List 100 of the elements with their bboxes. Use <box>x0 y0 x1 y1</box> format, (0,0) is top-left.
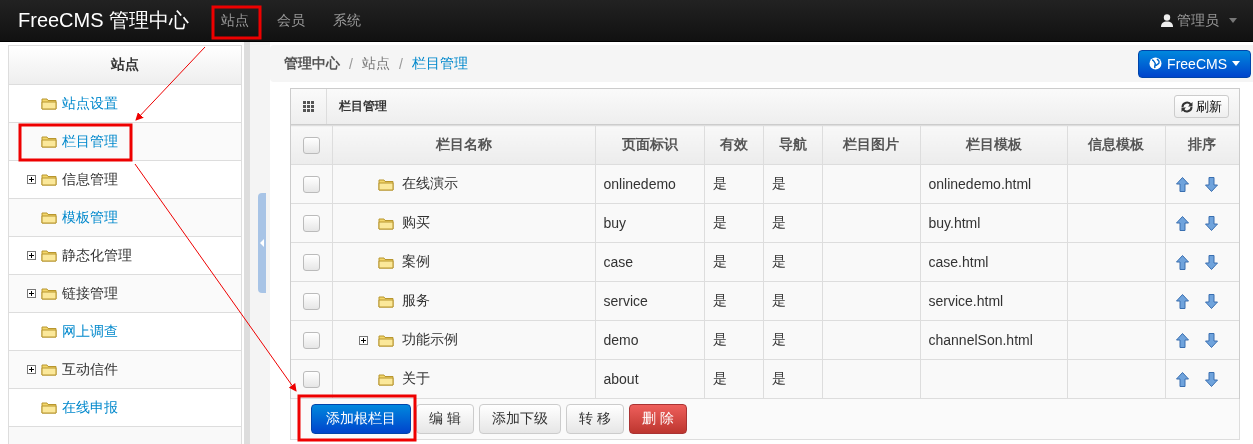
caret-icon <box>1229 18 1237 23</box>
column-header: 栏目模板 <box>920 125 1067 165</box>
sidebar-item-label: 站点设置 <box>62 94 118 113</box>
table-cell: 是 <box>763 203 822 243</box>
table-cell: 服务 <box>401 292 430 310</box>
column-header: 导航 <box>763 125 822 165</box>
folder-icon <box>41 211 57 224</box>
row-checkbox[interactable] <box>302 292 320 310</box>
table-cell: channelSon.html <box>920 320 1067 360</box>
row-checkbox[interactable] <box>302 175 320 193</box>
arrow-up-icon[interactable] <box>1175 371 1189 387</box>
panel-title: 栏目管理 <box>339 98 387 115</box>
nav-item[interactable]: 系统 <box>319 5 376 36</box>
row-checkbox[interactable] <box>302 331 320 349</box>
expand-icon[interactable] <box>27 289 36 298</box>
folder-icon <box>377 255 394 269</box>
table-cell: 功能示例 <box>401 331 458 349</box>
sidebar-item-label: 信息管理 <box>62 170 118 189</box>
expand-icon[interactable] <box>358 335 368 345</box>
sidebar-item[interactable]: 网上调查 <box>9 313 241 351</box>
column-header: 栏目图片 <box>822 125 920 165</box>
sidebar-item-label: 静态化管理 <box>62 246 132 265</box>
sidebar-item[interactable]: 信息管理 <box>9 161 241 199</box>
arrow-up-icon[interactable] <box>1175 176 1189 192</box>
table-cell: case <box>595 242 704 282</box>
arrow-up-icon[interactable] <box>1175 254 1189 270</box>
folder-icon <box>41 401 57 414</box>
table-cell: 是 <box>704 359 763 399</box>
sidebar-item-label: 链接管理 <box>62 284 118 303</box>
action-button[interactable]: 转 移 <box>565 404 624 434</box>
arrow-up-icon[interactable] <box>1175 332 1189 348</box>
table-cell: 购买 <box>401 214 430 232</box>
table-cell: 是 <box>763 242 822 282</box>
arrow-up-icon[interactable] <box>1175 215 1189 231</box>
arrow-down-icon[interactable] <box>1204 176 1218 192</box>
row-checkbox[interactable] <box>302 253 320 271</box>
row-checkbox[interactable] <box>302 214 320 232</box>
refresh-button[interactable]: 刷新 <box>1174 95 1229 118</box>
table-cell: onlinedemo.html <box>920 164 1067 204</box>
folder-icon <box>41 135 57 148</box>
folder-icon <box>377 294 394 308</box>
sidebar-item-label: 栏目管理 <box>62 132 118 151</box>
grid-icon <box>303 101 314 112</box>
user-menu[interactable]: 管理员 <box>1155 10 1243 31</box>
nav-item[interactable]: 站点 <box>207 5 264 36</box>
table-cell: 是 <box>763 281 822 321</box>
sidebar-item-label: 在线申报 <box>62 398 118 417</box>
table-cell: 是 <box>763 164 822 204</box>
sidebar-item-label: 模板管理 <box>62 208 118 227</box>
table-cell: 案例 <box>401 253 430 271</box>
nav-item[interactable]: 会员 <box>263 5 320 36</box>
refresh-icon <box>1181 100 1193 113</box>
app-title: FreeCMS 管理中心 <box>18 8 190 33</box>
arrow-down-icon[interactable] <box>1204 371 1218 387</box>
action-button[interactable]: 编 辑 <box>416 404 474 434</box>
sidebar-item[interactable]: 在线申报 <box>9 389 241 427</box>
select-all-checkbox[interactable] <box>302 136 320 154</box>
column-header: 页面标识 <box>595 125 704 165</box>
sidebar-title: 站点 <box>9 46 241 85</box>
folder-icon <box>377 177 394 191</box>
table-cell: about <box>595 359 704 399</box>
action-button[interactable]: 删 除 <box>628 404 687 434</box>
folder-icon <box>377 372 394 386</box>
highlight-frame <box>211 5 262 40</box>
sidebar-item-label: 互动信件 <box>62 360 118 379</box>
arrow-down-icon[interactable] <box>1204 332 1218 348</box>
folder-icon <box>41 249 57 262</box>
splitter-handle[interactable] <box>258 193 266 293</box>
column-header: 信息模板 <box>1067 125 1165 165</box>
arrow-down-icon[interactable] <box>1204 215 1218 231</box>
column-header: 排序 <box>1165 125 1239 165</box>
column-header: 有效 <box>704 125 763 165</box>
folder-icon <box>377 216 394 230</box>
arrow-up-icon[interactable] <box>1175 293 1189 309</box>
table-cell: service <box>595 281 704 321</box>
sidebar-item[interactable]: 静态化管理 <box>9 237 241 275</box>
table-cell: 是 <box>704 242 763 282</box>
breadcrumb-item: 栏目管理 <box>411 54 468 73</box>
table-cell: case.html <box>920 242 1067 282</box>
arrow-down-icon[interactable] <box>1204 293 1218 309</box>
table-cell: buy <box>595 203 704 243</box>
sidebar-item[interactable]: 站点设置 <box>9 85 241 123</box>
breadcrumb-item[interactable]: 站点 <box>361 54 390 73</box>
expand-icon[interactable] <box>27 251 36 260</box>
site-dropdown-button[interactable]: FreeCMS <box>1138 49 1251 78</box>
table-cell: 在线演示 <box>401 175 458 193</box>
expand-icon[interactable] <box>27 365 36 374</box>
expand-icon[interactable] <box>27 175 36 184</box>
arrow-down-icon[interactable] <box>1204 254 1218 270</box>
folder-icon <box>41 325 57 338</box>
user-icon <box>1161 14 1173 27</box>
table-cell: 是 <box>704 164 763 204</box>
action-button[interactable]: 添加根栏目 <box>311 404 411 434</box>
breadcrumb-item: 管理中心 <box>284 54 340 73</box>
action-button[interactable]: 添加下级 <box>478 404 561 434</box>
row-checkbox[interactable] <box>302 370 320 388</box>
table-cell: 是 <box>763 359 822 399</box>
table-cell: demo <box>595 320 704 360</box>
table-cell: 关于 <box>401 370 430 388</box>
table-cell: 是 <box>704 203 763 243</box>
